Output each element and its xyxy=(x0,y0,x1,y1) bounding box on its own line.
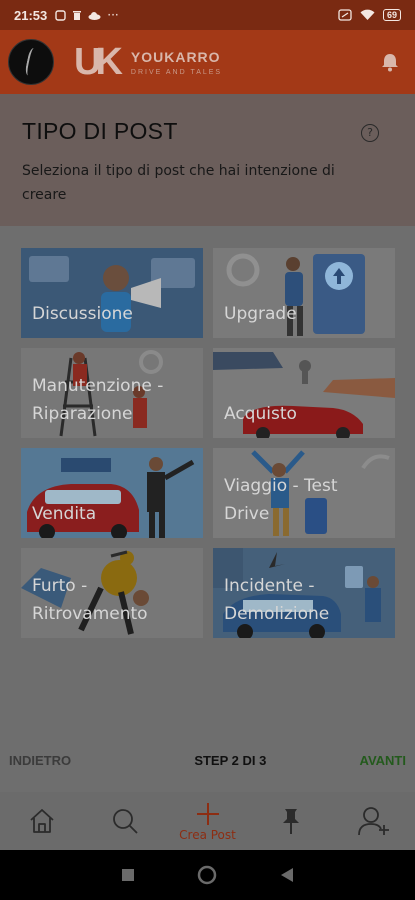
tab-search[interactable] xyxy=(90,792,160,850)
more-icon: ··· xyxy=(107,8,119,22)
logo-mark: UK xyxy=(74,41,123,83)
back-icon[interactable] xyxy=(280,867,294,883)
status-bar: 21:53 ··· 69 xyxy=(0,0,415,30)
tile-label: Manutenzione - Riparazione xyxy=(32,376,164,424)
home-icon xyxy=(29,809,54,833)
status-time: 21:53 xyxy=(14,7,48,23)
bottom-tab-bar: Crea Post xyxy=(0,792,415,850)
search-icon xyxy=(112,809,138,834)
tab-home[interactable] xyxy=(7,792,77,850)
back-button[interactable]: INDIETRO xyxy=(9,753,71,768)
post-type-discussione[interactable]: Discussione xyxy=(21,248,203,338)
status-icons: ··· xyxy=(55,8,119,22)
cloud-icon xyxy=(88,11,101,20)
tile-label: Viaggio - Test Drive xyxy=(224,476,338,524)
tile-label: Upgrade xyxy=(224,304,297,324)
tile-label: Incidente - Demolizione xyxy=(224,576,330,624)
tile-label: Vendita xyxy=(32,504,97,524)
post-type-incidente-demolizione[interactable]: Incidente - Demolizione xyxy=(213,548,395,638)
app-header: UK YOUKARRO DRIVE AND TALES xyxy=(0,30,415,94)
battery-icon: 69 xyxy=(382,9,401,21)
recents-icon[interactable] xyxy=(121,868,135,882)
pin-icon xyxy=(282,809,299,834)
bell-icon[interactable] xyxy=(379,51,401,73)
sim-icon xyxy=(338,9,352,21)
post-type-vendita[interactable]: Vendita xyxy=(21,448,203,538)
next-button[interactable]: AVANTI xyxy=(360,753,406,768)
brand-logo: UK YOUKARRO DRIVE AND TALES xyxy=(74,43,222,81)
system-navigation xyxy=(0,850,415,900)
trash-icon xyxy=(73,10,82,20)
add-user-icon xyxy=(357,807,389,836)
post-type-manutenzione-riparazione[interactable]: Manutenzione - Riparazione xyxy=(21,348,203,438)
post-type-viaggio-test-drive[interactable]: Viaggio - Test Drive xyxy=(213,448,395,538)
tile-label: Acquisto xyxy=(224,404,297,424)
tab-pinned[interactable] xyxy=(256,792,326,850)
plus-icon xyxy=(196,802,219,825)
tab-create-post[interactable]: Crea Post xyxy=(173,792,243,850)
step-navigation: INDIETRO STEP 2 DI 3 AVANTI xyxy=(0,742,415,778)
brand-name: YOUKARRO xyxy=(130,48,221,65)
post-type-upgrade[interactable]: Upgrade xyxy=(213,248,395,338)
tab-profile[interactable] xyxy=(339,792,409,850)
post-type-furto-ritrovamento[interactable]: Furto - Ritrovamento xyxy=(21,548,203,638)
intro-panel: TIPO DI POST ? Seleziona il tipo di post… xyxy=(0,94,415,226)
page-title: TIPO DI POST xyxy=(22,118,178,144)
home-button-icon[interactable] xyxy=(197,865,217,885)
tile-label: Furto - Ritrovamento xyxy=(32,576,148,624)
notification-icon xyxy=(55,9,66,21)
avatar[interactable] xyxy=(8,39,54,85)
step-indicator: STEP 2 DI 3 xyxy=(194,752,267,768)
wifi-icon xyxy=(360,9,375,20)
page-subtitle: Seleziona il tipo di post che hai intenz… xyxy=(22,163,335,203)
main-content: TIPO DI POST ? Seleziona il tipo di post… xyxy=(0,94,415,792)
tile-label: Discussione xyxy=(32,304,133,324)
tab-label: Crea Post xyxy=(179,827,236,842)
brand-tagline: DRIVE AND TALES xyxy=(130,68,223,76)
help-icon[interactable]: ? xyxy=(361,124,379,142)
post-type-acquisto[interactable]: Acquisto xyxy=(213,348,395,438)
